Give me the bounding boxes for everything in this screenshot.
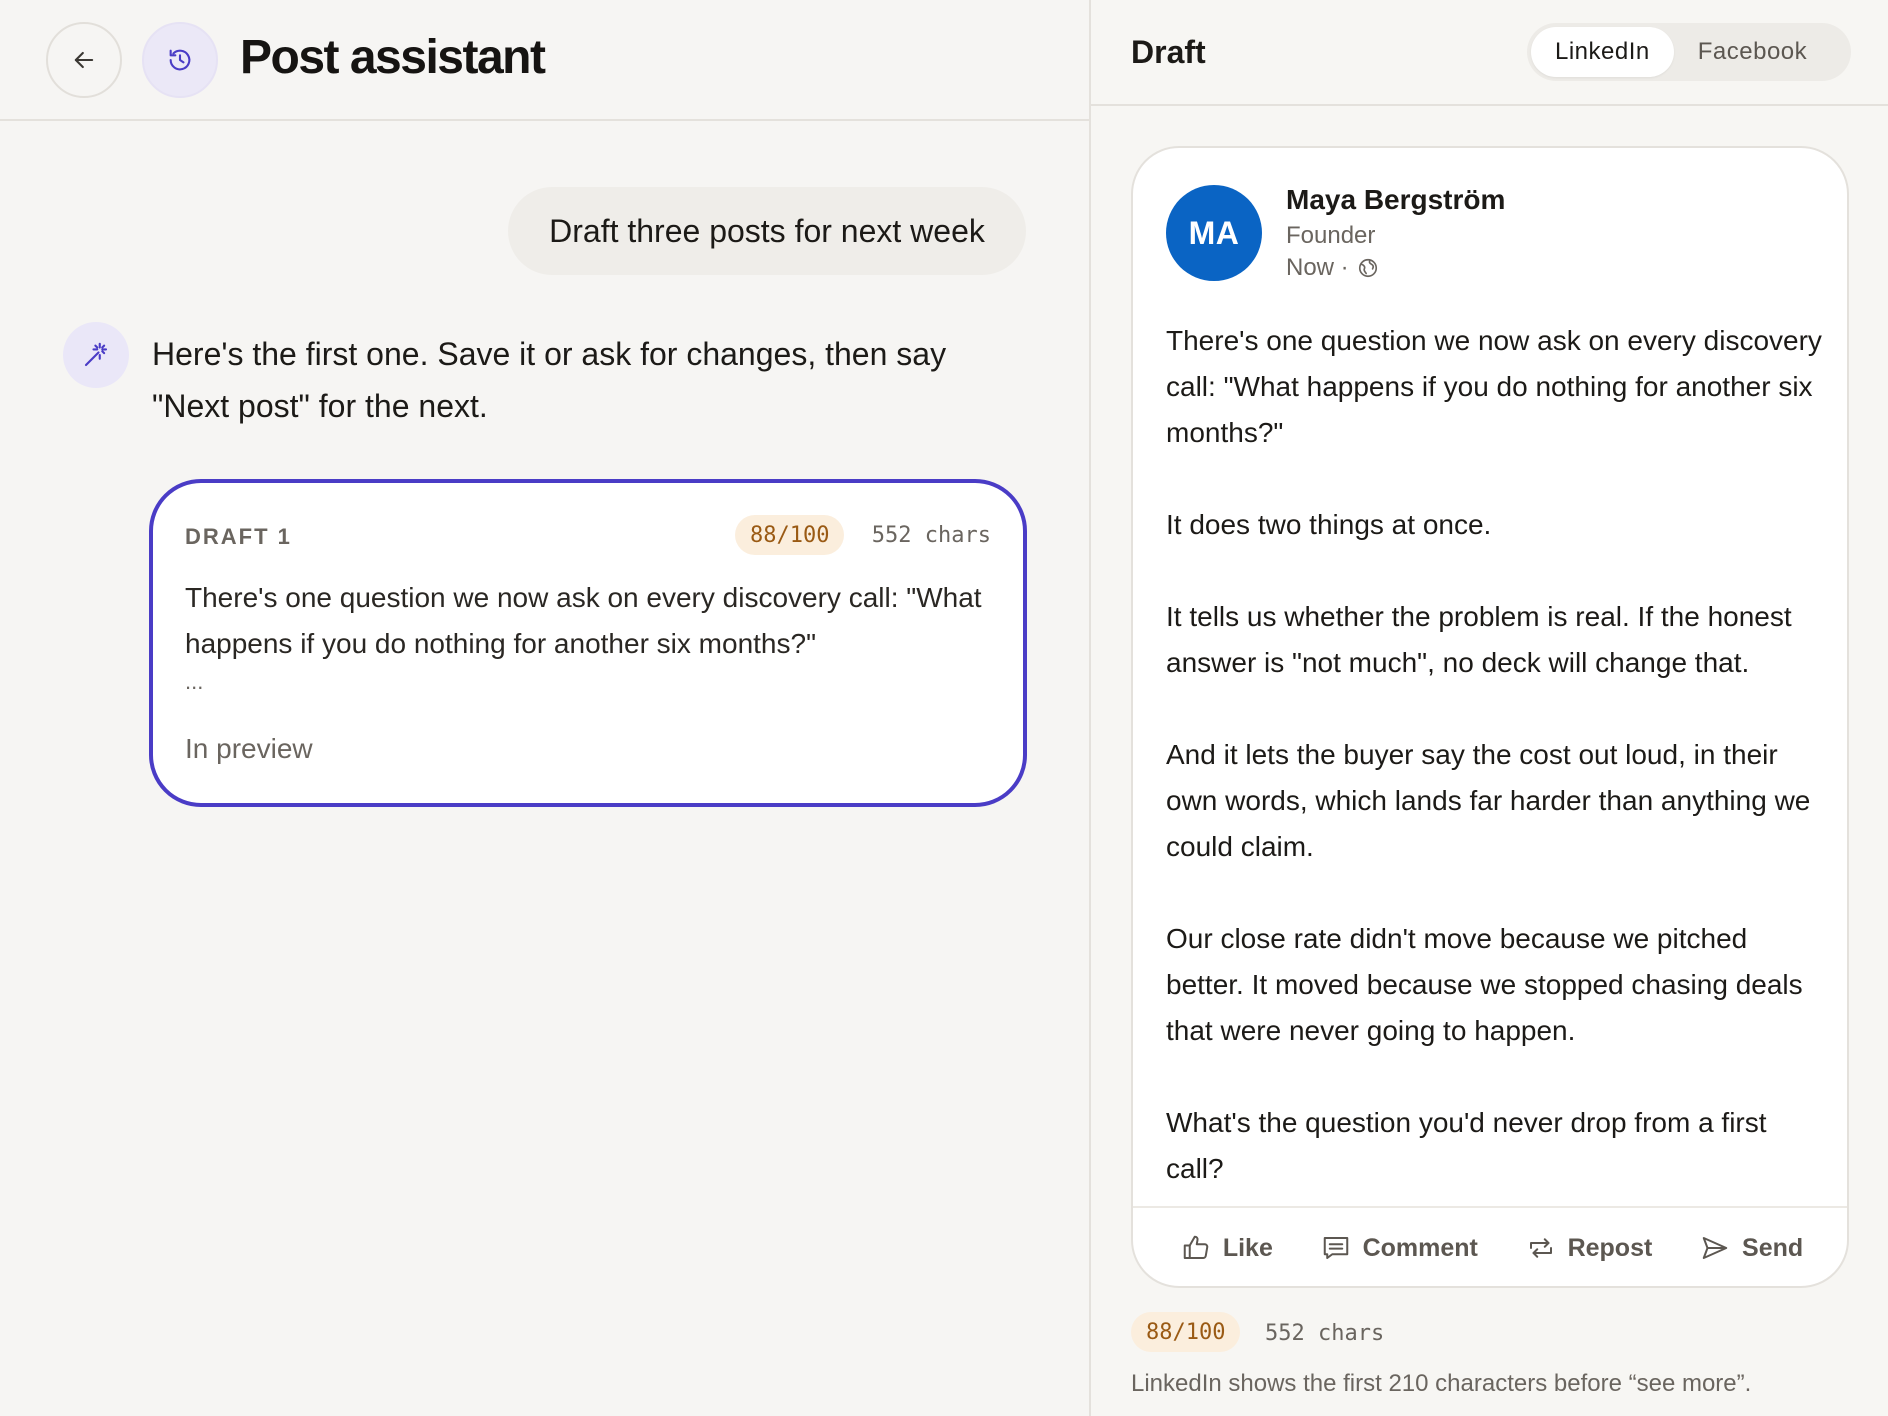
assistant-message: Here's the first one. Save it or ask for… <box>152 336 947 424</box>
char-count: 552 chars <box>871 523 991 548</box>
chat-header: Post assistant <box>0 0 1089 121</box>
post-paragraph: Our close rate didn't move because we pi… <box>1166 923 1803 1046</box>
history-button[interactable] <box>142 22 218 98</box>
repost-icon <box>1529 1238 1552 1258</box>
send-icon <box>1702 1237 1728 1259</box>
draft-status: In preview <box>185 733 313 764</box>
score-badge: 88/100 <box>1131 1312 1241 1352</box>
post-body: There's one question we now ask on every… <box>1166 318 1826 1192</box>
post-time: Now · <box>1286 254 1349 281</box>
page-title: Post assistant <box>240 31 546 84</box>
char-count: 552 chars <box>1265 1321 1385 1346</box>
author-name: Maya Bergström <box>1286 184 1506 215</box>
post-paragraph: What's the question you'd never drop fro… <box>1166 1107 1767 1184</box>
like-label: Like <box>1222 1233 1273 1262</box>
send-label: Send <box>1742 1233 1804 1262</box>
draft-ellipsis: ... <box>185 669 204 694</box>
tab-facebook[interactable]: Facebook <box>1674 27 1831 77</box>
comment-button[interactable]: Comment <box>1321 1233 1478 1263</box>
preview-note: LinkedIn shows the first 210 characters … <box>1131 1370 1752 1397</box>
tab-linkedin[interactable]: LinkedIn <box>1531 27 1674 77</box>
post-meta: Now · <box>1286 254 1379 282</box>
linkedin-post-preview: MA Maya Bergström Founder Now · There's … <box>1131 146 1849 1288</box>
post-paragraph: It does two things at once. <box>1166 509 1492 540</box>
back-button[interactable] <box>46 22 122 98</box>
assistant-avatar <box>63 322 129 388</box>
like-button[interactable]: Like <box>1181 1233 1273 1263</box>
thumbs-up-icon <box>1183 1235 1209 1259</box>
user-message-text: Draft three posts for next week <box>549 212 985 249</box>
globe-icon <box>1358 258 1377 278</box>
score-badge: 88/100 <box>735 515 845 555</box>
draft-excerpt: There's one question we now ask on every… <box>185 582 982 659</box>
magic-wand-icon <box>84 342 108 367</box>
repost-label: Repost <box>1567 1233 1653 1262</box>
post-paragraph: It tells us whether the problem is real.… <box>1166 601 1792 678</box>
chat-pane: Post assistant Draft three posts for nex… <box>0 0 1089 1416</box>
avatar: MA <box>1166 185 1262 281</box>
post-paragraph: And it lets the buyer say the cost out l… <box>1166 739 1811 862</box>
post-paragraph: There's one question we now ask on every… <box>1166 325 1822 448</box>
post-actions: Like Comment Repost Send <box>1133 1206 1847 1286</box>
user-message-bubble: Draft three posts for next week <box>508 187 1026 275</box>
history-icon <box>169 49 191 71</box>
preview-title: Draft <box>1131 34 1206 70</box>
send-button[interactable]: Send <box>1700 1233 1803 1263</box>
repost-button[interactable]: Repost <box>1526 1233 1653 1263</box>
preview-pane: Draft LinkedIn Facebook MA Maya Bergströ… <box>1089 0 1888 1416</box>
draft-label: DRAFT 1 <box>185 524 292 549</box>
arrow-left-icon <box>74 51 94 69</box>
draft-card[interactable]: DRAFT 1 88/100 552 chars There's one que… <box>149 479 1027 807</box>
author-role: Founder <box>1286 222 1376 249</box>
platform-tabs: LinkedIn Facebook <box>1527 23 1851 81</box>
comment-icon <box>1323 1237 1348 1259</box>
comment-label: Comment <box>1362 1233 1478 1262</box>
preview-header: Draft LinkedIn Facebook <box>1091 0 1888 106</box>
